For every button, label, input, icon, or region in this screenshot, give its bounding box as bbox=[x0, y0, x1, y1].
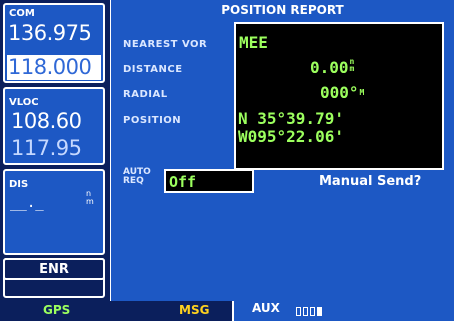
page-title: POSITION REPORT bbox=[221, 3, 344, 17]
auto-req-value: Off bbox=[169, 173, 197, 191]
auto-req-field[interactable]: Off bbox=[164, 169, 254, 193]
msg-annunciator[interactable]: MSG bbox=[179, 303, 209, 317]
distance-value: 0.00n m bbox=[310, 58, 355, 78]
vor-data-box: MEE 0.00n m 000°M N 35°39.79' W095°22.06' bbox=[234, 22, 444, 170]
dis-unit: n m bbox=[86, 190, 94, 206]
vloc-standby-frequency: 117.95 bbox=[11, 136, 82, 160]
com-active-frequency: 136.975 bbox=[8, 21, 92, 45]
cdi-mode-box: ENR bbox=[3, 258, 105, 280]
cdi-mode-window: ENR bbox=[3, 258, 105, 298]
page-indicator-3 bbox=[310, 307, 315, 316]
distance-label: DISTANCE bbox=[123, 64, 183, 75]
vloc-label: VLOC bbox=[9, 97, 39, 108]
nearest-vor-value[interactable]: MEE bbox=[239, 33, 268, 52]
page-indicator-2 bbox=[303, 307, 308, 316]
com-standby-frequency: 118.000 bbox=[8, 55, 92, 79]
position-report-page: POSITION REPORT NEAREST VOR DISTANCE RAD… bbox=[111, 0, 454, 301]
aux-label: AUX bbox=[252, 301, 280, 315]
left-frequency-panel: COM 136.975 118.000 VLOC 108.60 117.95 D… bbox=[0, 0, 110, 301]
position-label: POSITION bbox=[123, 115, 182, 126]
auto-label-line2: REQ bbox=[123, 176, 144, 186]
com-label: COM bbox=[9, 8, 35, 19]
aux-page-group[interactable]: AUX bbox=[232, 301, 454, 321]
radial-unit: M bbox=[359, 88, 365, 97]
radial-value: 000°M bbox=[320, 83, 364, 102]
auto-req-label: AUTO REQ bbox=[123, 168, 151, 186]
bottom-status-bar: GPS MSG AUX bbox=[0, 301, 454, 321]
page-indicator-1 bbox=[296, 307, 301, 316]
vloc-window[interactable]: VLOC 108.60 117.95 bbox=[3, 87, 105, 165]
gps-mode-label: GPS bbox=[43, 303, 71, 317]
manual-send-prompt[interactable]: Manual Send? bbox=[319, 174, 421, 189]
position-longitude: W095°22.06' bbox=[238, 127, 344, 146]
dis-label: DIS bbox=[9, 179, 29, 190]
distance-unit: nm bbox=[349, 58, 355, 73]
dis-value: __._ bbox=[10, 195, 44, 211]
dis-window: DIS __._ n m bbox=[3, 169, 105, 255]
position-latitude: N 35°39.79' bbox=[238, 109, 344, 128]
nearest-vor-label: NEAREST VOR bbox=[123, 39, 208, 50]
com-standby-highlight[interactable]: 118.000 bbox=[7, 55, 101, 80]
radial-number: 000° bbox=[320, 83, 359, 102]
distance-number: 0.00 bbox=[310, 58, 349, 77]
distance-unit-bottom: m bbox=[349, 64, 355, 73]
vloc-active-frequency: 108.60 bbox=[11, 109, 82, 133]
page-indicator-4-active bbox=[317, 307, 322, 316]
dis-unit-bottom: m bbox=[86, 197, 94, 206]
com-window[interactable]: COM 136.975 118.000 bbox=[3, 3, 105, 83]
gps-display: COM 136.975 118.000 VLOC 108.60 117.95 D… bbox=[0, 0, 454, 321]
radial-label: RADIAL bbox=[123, 89, 168, 100]
cdi-mode-label: ENR bbox=[39, 262, 69, 277]
